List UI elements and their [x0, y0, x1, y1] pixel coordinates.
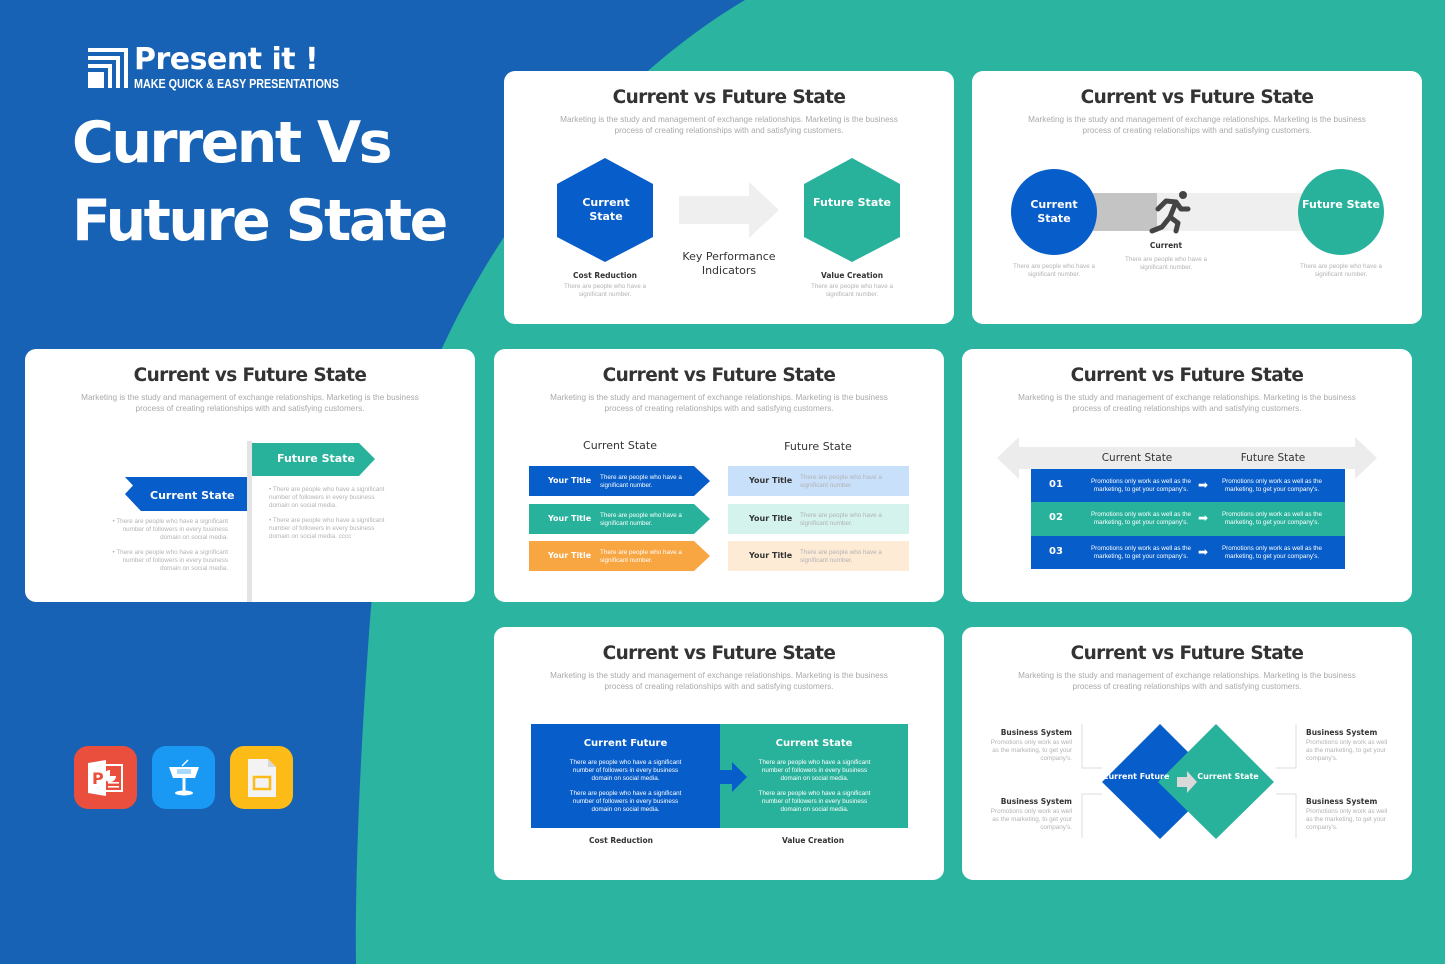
value-creation-text: There are people who have a significant … — [811, 283, 893, 298]
current-state-header: Current State — [1101, 452, 1173, 464]
item-text: There are people who have a significant … — [600, 549, 682, 564]
row-current-text: Promotions only work as well as the mark… — [1090, 478, 1192, 493]
slide-title-lists[interactable]: Current vs Future State Marketing is the… — [494, 349, 944, 602]
block-text: Promotions only work as well as the mark… — [990, 808, 1072, 831]
item-text: There are people who have a significant … — [600, 474, 682, 489]
future-circle — [1298, 169, 1384, 255]
current-box-para: There are people who have a significant … — [569, 790, 682, 813]
business-block: Business System Promotions only work as … — [990, 797, 1072, 832]
future-state-header: Future State — [1240, 452, 1306, 464]
block-title: Business System — [1000, 728, 1072, 737]
arrow-right-icon: ➡ — [1198, 478, 1209, 492]
current-state-label: Current State — [1030, 198, 1078, 225]
current-state-text: There are people who have a significant … — [1013, 263, 1095, 278]
brand-name: Present it ! — [134, 42, 319, 77]
table-row: 03 Promotions only work as well as the m… — [1031, 536, 1345, 569]
current-state-label: Current State — [1197, 772, 1259, 781]
powerpoint-icon[interactable]: P — [74, 746, 137, 809]
presentit-logo-icon — [88, 48, 128, 88]
hero-title-line1: Current Vs — [72, 110, 393, 176]
business-block: Business System Promotions only work as … — [1306, 797, 1388, 832]
slide-signpost[interactable]: Current vs Future State Marketing is the… — [25, 349, 475, 602]
item-text: There are people who have a significant … — [800, 474, 882, 489]
signpost-graphic — [125, 441, 375, 602]
block-text: Promotions only work as well as the mark… — [990, 739, 1072, 762]
bullet-item: • There are people who have a significan… — [112, 518, 228, 541]
current-state-label: Current State — [150, 489, 235, 502]
current-text: There are people who have a significant … — [1125, 256, 1207, 271]
row-future-text: Promotions only work as well as the mark… — [1221, 511, 1323, 526]
bullet-item: • There are people who have a significan… — [112, 549, 228, 572]
cost-reduction-label: Cost Reduction — [589, 836, 653, 845]
current-future-label: Current Future — [1102, 772, 1170, 781]
row-number: 02 — [1049, 512, 1063, 523]
slide-hexagons[interactable]: Current vs Future State Marketing is the… — [504, 71, 954, 324]
value-creation-label: Value Creation — [781, 836, 845, 845]
block-title: Business System — [1000, 797, 1072, 806]
future-box-para: There are people who have a significant … — [758, 790, 871, 813]
future-state-label: Future State — [277, 452, 355, 465]
future-hexagon — [804, 158, 900, 262]
brand-logo: Present it ! MAKE QUICK & EASY PRESENTAT… — [88, 45, 372, 91]
cost-reduction-text: There are people who have a significant … — [564, 283, 646, 298]
future-bullets: • There are people who have a significan… — [269, 486, 394, 541]
item-title: Your Title — [548, 551, 592, 560]
google-slides-icon[interactable] — [230, 746, 293, 809]
row-number: 03 — [1049, 546, 1063, 557]
bullet-item: • There are people who have a significan… — [269, 517, 385, 540]
block-text: Promotions only work as well as the mark… — [1306, 808, 1388, 831]
current-box-para: There are people who have a significant … — [569, 759, 682, 782]
item-title: Your Title — [548, 476, 592, 485]
svg-text:P: P — [92, 769, 104, 788]
value-creation-label: Value Creation — [820, 271, 884, 280]
signpost-pole — [247, 441, 252, 602]
business-block: Business System Promotions only work as … — [1306, 728, 1388, 763]
item-title: Your Title — [548, 514, 592, 523]
row-number: 01 — [1049, 479, 1063, 490]
slide-diamonds[interactable]: Current vs Future State Marketing is the… — [962, 627, 1412, 880]
bullet-item: • There are people who have a significan… — [269, 486, 385, 509]
block-text: Promotions only work as well as the mark… — [1306, 739, 1388, 762]
cost-reduction-label: Cost Reduction — [573, 271, 637, 280]
brand-tagline: MAKE QUICK & EASY PRESENTATIONS — [134, 77, 339, 91]
arrow-right-icon: ➡ — [1198, 511, 1209, 525]
current-state-label: Current State — [582, 196, 630, 223]
slide-circles[interactable]: Current vs Future State Marketing is the… — [972, 71, 1422, 324]
hero-title-line2: Future State — [72, 188, 448, 254]
table-row: 02 Promotions only work as well as the m… — [1031, 502, 1345, 536]
future-box-title: Current State — [775, 738, 853, 749]
app-icons: P — [74, 746, 293, 809]
row-current-text: Promotions only work as well as the mark… — [1090, 545, 1192, 560]
block-title: Business System — [1306, 728, 1378, 737]
keynote-icon[interactable] — [152, 746, 215, 809]
arrow-right-icon: ➡ — [1198, 545, 1209, 559]
item-text: There are people who have a significant … — [800, 549, 882, 564]
kpi-label: Key Performance Indicators — [682, 250, 776, 277]
block-title: Business System — [1306, 797, 1378, 806]
item-text: There are people who have a significant … — [600, 512, 682, 527]
slide-split-boxes[interactable]: Current vs Future State Marketing is the… — [494, 627, 944, 880]
future-box-para: There are people who have a significant … — [758, 759, 871, 782]
current-box-title: Current Future — [583, 738, 668, 749]
future-state-label: Future State — [1302, 198, 1380, 211]
hero-title: Current Vs Future State — [72, 104, 448, 260]
item-text: There are people who have a significant … — [800, 512, 882, 527]
row-current-text: Promotions only work as well as the mark… — [1090, 511, 1192, 526]
row-future-text: Promotions only work as well as the mark… — [1221, 478, 1323, 493]
current-label: Current — [1149, 241, 1183, 250]
future-state-text: There are people who have a significant … — [1300, 263, 1382, 278]
progress-fill — [1087, 193, 1157, 231]
slide-table[interactable]: Current vs Future State Marketing is the… — [962, 349, 1412, 602]
row-future-text: Promotions only work as well as the mark… — [1221, 545, 1323, 560]
future-state-label: Future State — [813, 196, 891, 209]
table-row: 01 Promotions only work as well as the m… — [1031, 469, 1345, 502]
current-bullets: • There are people who have a significan… — [103, 518, 228, 573]
arrow-shape — [679, 182, 779, 238]
business-block: Business System Promotions only work as … — [990, 728, 1072, 763]
